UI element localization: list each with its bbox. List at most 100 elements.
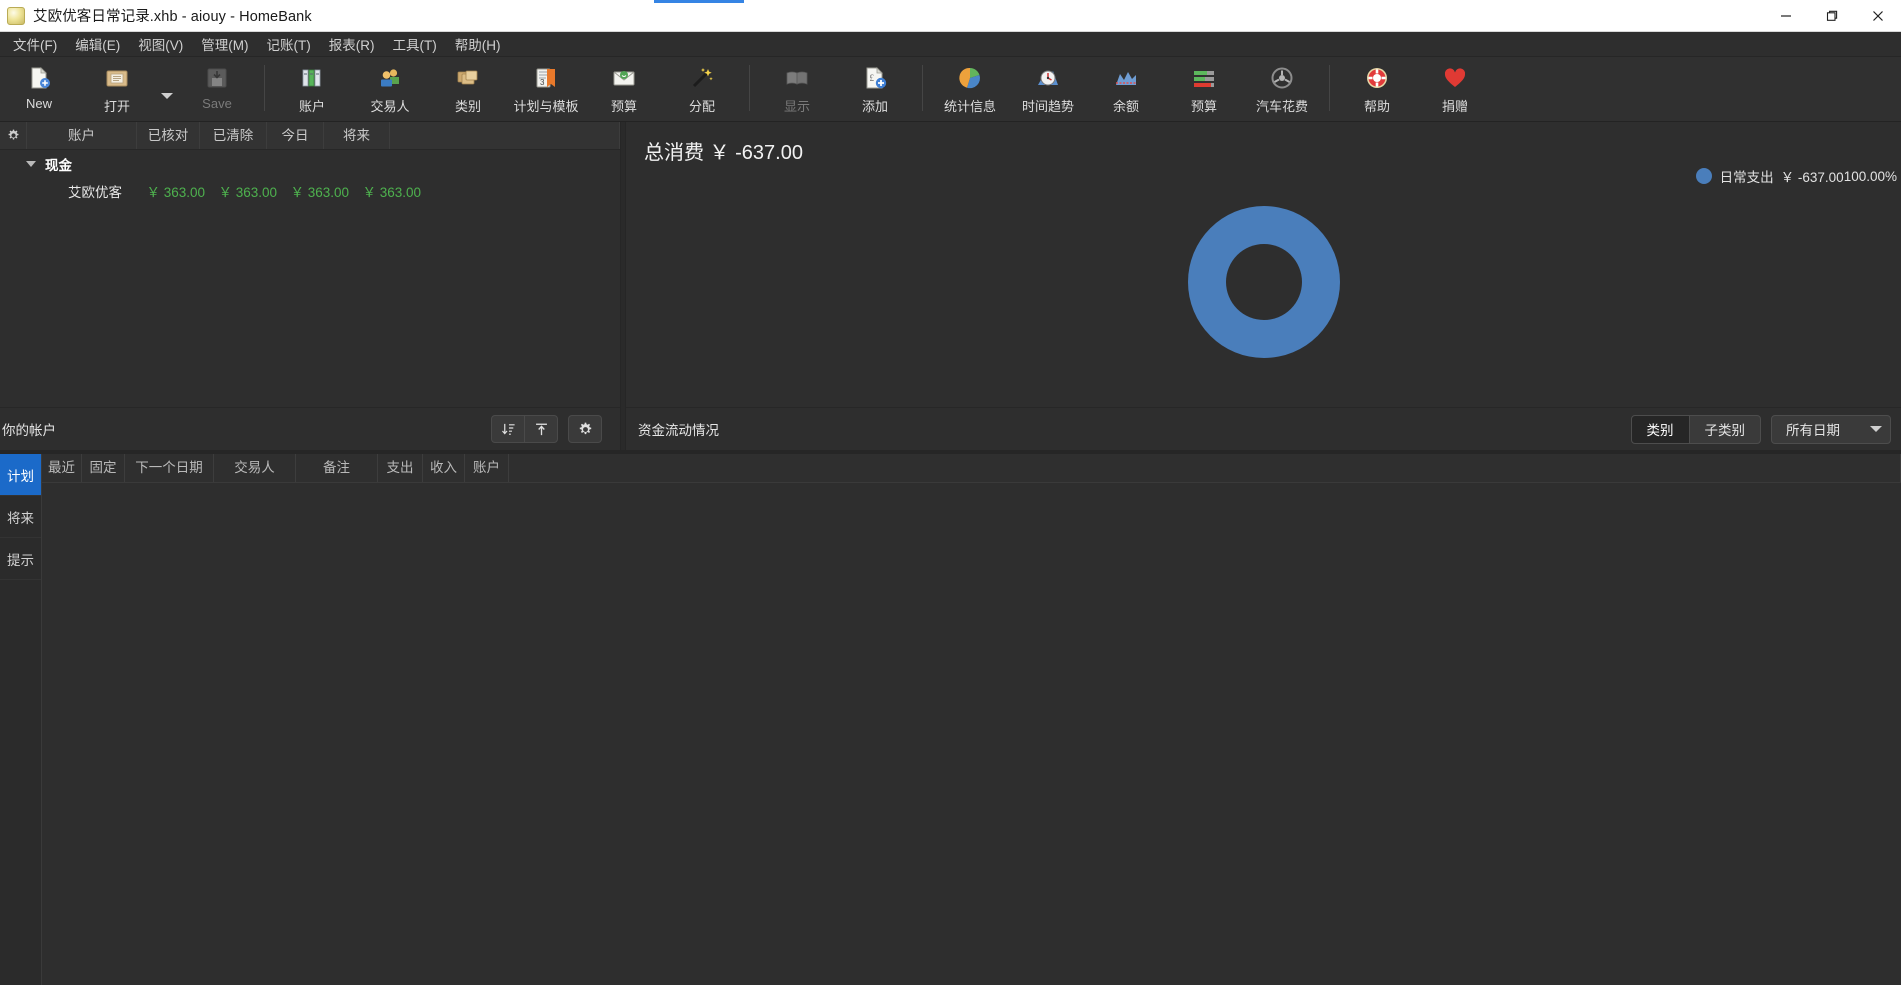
accounts-col-future[interactable]: 将来 <box>324 122 390 149</box>
toolbar-payee-label: 交易人 <box>370 99 410 114</box>
segment-subcategory[interactable]: 子类别 <box>1688 414 1761 444</box>
toolbar-category-button[interactable]: 类别 <box>429 59 507 117</box>
toolbar-budget-button[interactable]: 预算 <box>1165 59 1243 117</box>
accounts-col-reconciled[interactable]: 已核对 <box>137 122 200 149</box>
col-income[interactable]: 收入 <box>423 454 465 482</box>
chevron-down-icon <box>161 93 173 99</box>
toolbar-assign-label: 分配 <box>688 99 715 114</box>
accounts-header-gear-button[interactable] <box>0 122 27 149</box>
scheduled-grid-body[interactable] <box>42 483 1901 985</box>
chart-legend: 日常支出 ￥ -637.00 100.00% <box>1695 166 1897 186</box>
chart-pane: 总消费 ￥ -637.00 日常支出 ￥ -637.00 100.00% 资金流… <box>626 122 1901 450</box>
col-payee[interactable]: 交易人 <box>214 454 296 482</box>
menu-bar: 文件(F) 编辑(E) 视图(V) 管理(M) 记账(T) 报表(R) 工具(T… <box>0 32 1901 57</box>
donut-hole <box>1225 243 1302 320</box>
close-button[interactable] <box>1855 0 1901 31</box>
col-recent[interactable]: 最近 <box>42 454 82 482</box>
toolbar-budget-envelope-button[interactable]: 预算 <box>585 59 663 117</box>
sort-button[interactable] <box>491 415 525 443</box>
bottom-panel: 计划 将来 提示 最近 固定 下一个日期 交易人 备注 支出 收入 账户 <box>0 454 1901 985</box>
minimize-button[interactable] <box>1763 0 1809 31</box>
date-range-select[interactable]: 所有日期 <box>1771 414 1891 444</box>
toolbar-add-button[interactable]: £ 添加 <box>836 59 914 117</box>
accounts-col-cleared[interactable]: 已清除 <box>200 122 267 149</box>
toolbar-statistics-button[interactable]: 统计信息 <box>931 59 1009 117</box>
toolbar-add-label: 添加 <box>861 99 888 114</box>
category-level-segmented: 类别 子类别 <box>1630 414 1761 444</box>
toolbar-open-dropdown[interactable] <box>156 59 178 117</box>
menu-help[interactable]: 帮助(H) <box>446 31 510 57</box>
close-icon <box>1873 10 1883 21</box>
accounts-header: 账户 已核对 已清除 今日 将来 <box>0 122 620 150</box>
toolbar-accounts-button[interactable]: 账户 <box>273 59 351 117</box>
tab-tips[interactable]: 提示 <box>0 538 41 580</box>
col-next-date[interactable]: 下一个日期 <box>125 454 214 482</box>
window-title: 艾欧优客日常记录.xhb - aiouy - HomeBank <box>33 9 312 25</box>
account-cleared-amount: ￥ 363.00 <box>218 184 277 200</box>
accounts-col-today[interactable]: 今日 <box>267 122 324 149</box>
col-fixed[interactable]: 固定 <box>82 454 125 482</box>
menu-edit[interactable]: 编辑(E) <box>66 31 129 57</box>
segment-category[interactable]: 类别 <box>1630 414 1690 444</box>
collapse-button[interactable] <box>524 415 558 443</box>
budget-bars-icon <box>1191 65 1217 91</box>
menu-tools[interactable]: 工具(T) <box>384 31 446 57</box>
menu-file[interactable]: 文件(F) <box>4 31 66 57</box>
toolbar-new-button[interactable]: New <box>0 59 78 117</box>
toolbar-balance-button[interactable]: 余额 <box>1087 59 1165 117</box>
tab-scheduled[interactable]: 计划 <box>0 454 41 496</box>
toolbar-save-label: Save <box>202 96 232 111</box>
account-group-row[interactable]: 现金 <box>0 150 620 177</box>
bottom-tabs: 计划 将来 提示 <box>0 454 41 985</box>
toolbar-scheduler-button[interactable]: 3 计划与模板 <box>507 59 585 117</box>
toolbar-assign-button[interactable]: 分配 <box>663 59 741 117</box>
legend-label: 日常支出 <box>1719 170 1774 185</box>
toolbar-donate-button[interactable]: 捐赠 <box>1416 59 1494 117</box>
toolbar-trend-button[interactable]: 时间趋势 <box>1009 59 1087 117</box>
menu-report[interactable]: 报表(R) <box>320 31 384 57</box>
maximize-button[interactable] <box>1809 0 1855 31</box>
tab-future[interactable]: 将来 <box>0 496 41 538</box>
gear-icon <box>579 422 591 434</box>
donut-slice-daily-expense[interactable] <box>1187 205 1340 358</box>
toolbar-accounts-label: 账户 <box>298 99 325 114</box>
settings-button[interactable] <box>568 415 602 443</box>
homebank-window: 艾欧优客日常记录.xhb - aiouy - HomeBank 文件(F) 编辑… <box>0 0 1901 985</box>
toolbar-car-cost-button[interactable]: 汽车花费 <box>1243 59 1321 117</box>
help-lifering-icon <box>1364 65 1390 91</box>
scheduled-grid-header: 最近 固定 下一个日期 交易人 备注 支出 收入 账户 <box>42 454 1901 483</box>
toolbar-payee-button[interactable]: 交易人 <box>351 59 429 117</box>
accounts-col-account[interactable]: 账户 <box>27 122 137 149</box>
accounts-footer-button-group <box>491 415 558 443</box>
sort-descending-icon <box>501 423 515 435</box>
donut-chart[interactable] <box>626 160 1901 403</box>
title-bar: 艾欧优客日常记录.xhb - aiouy - HomeBank <box>0 0 1901 32</box>
table-row[interactable]: 艾欧优客 ￥ 363.00 ￥ 363.00 ￥ 363.00 ￥ 363.00 <box>0 177 620 204</box>
col-expense[interactable]: 支出 <box>378 454 423 482</box>
col-filler <box>509 454 1901 482</box>
minimize-icon <box>1781 14 1791 17</box>
new-file-icon <box>26 65 52 91</box>
accounts-pane: 账户 已核对 已清除 今日 将来 现金 艾欧优客 ￥ 363.00 ￥ 363.… <box>0 122 620 450</box>
collapse-up-icon <box>535 423 547 435</box>
scheduled-grid: 最近 固定 下一个日期 交易人 备注 支出 收入 账户 <box>41 454 1901 985</box>
toolbar-help-button[interactable]: 帮助 <box>1338 59 1416 117</box>
toolbar-save-button[interactable]: Save <box>178 59 256 117</box>
col-memo[interactable]: 备注 <box>296 454 378 482</box>
menu-view[interactable]: 视图(V) <box>129 31 192 57</box>
toolbar-separator-1 <box>264 65 265 111</box>
account-name: 艾欧优客 <box>68 184 122 200</box>
chevron-down-icon[interactable] <box>26 160 36 167</box>
toolbar-budget-label: 预算 <box>1190 99 1217 114</box>
toolbar-show-button[interactable]: 显示 <box>758 59 836 117</box>
toolbar-scheduler-label: 计划与模板 <box>513 99 579 114</box>
toolbar-open-button[interactable]: 打开 <box>78 59 156 117</box>
col-account[interactable]: 账户 <box>465 454 509 482</box>
svg-text:3: 3 <box>540 78 545 87</box>
menu-manage[interactable]: 管理(M) <box>192 31 257 57</box>
toolbar-separator-2 <box>749 65 750 111</box>
menu-transaction[interactable]: 记账(T) <box>258 31 320 57</box>
legend-color-swatch <box>1695 168 1712 184</box>
chart-area: 总消费 ￥ -637.00 日常支出 ￥ -637.00 100.00% <box>626 122 1901 407</box>
add-transaction-icon: £ <box>862 65 888 91</box>
